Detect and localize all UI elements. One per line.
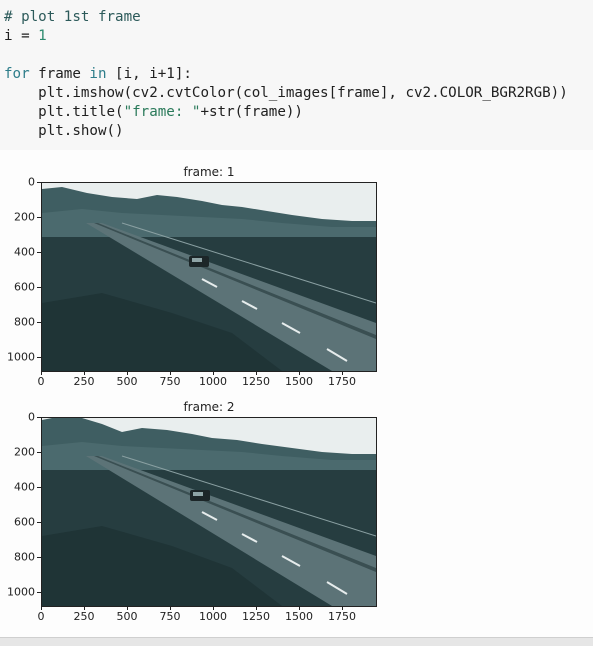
plot-1-title: frame: 1 <box>183 165 235 179</box>
code-line-7: plt.show() <box>4 122 124 141</box>
plot-1-xtick: 1750 <box>328 375 356 388</box>
number-literal: 1 <box>38 28 47 44</box>
plot-2-xtick: 1750 <box>328 610 356 623</box>
string-literal: "frame: " <box>123 104 201 120</box>
plot-1-ytick: 400 <box>14 245 35 259</box>
plot-2-xtick: 250 <box>73 610 95 623</box>
keyword-for: for <box>4 66 30 82</box>
plot-2-title: frame: 2 <box>183 400 235 414</box>
var-i: i <box>4 28 13 44</box>
plot-1-xtick: 1250 <box>242 375 270 388</box>
plot-2-image <box>42 418 376 606</box>
plot-1-xtick: 250 <box>73 375 95 388</box>
code-line-6: plt.title("frame: "+str(frame)) <box>4 103 303 122</box>
plot-2-xtick: 1000 <box>199 610 227 623</box>
plot-1-ytick: 800 <box>14 315 35 329</box>
imshow-call: plt.imshow(cv2.cvtColor(col_images[frame… <box>4 85 568 101</box>
plot-2-xtick: 500 <box>116 610 138 623</box>
plot-2-xtick: 1500 <box>285 610 313 623</box>
plot-1-xtick: 0 <box>37 375 45 388</box>
plot-2-axes <box>41 417 377 607</box>
show-call: plt.show() <box>4 123 124 139</box>
plot-1-xtick: 500 <box>116 375 138 388</box>
plot-1-ytick: 200 <box>14 210 35 224</box>
plot-2-ytick: 400 <box>14 480 35 494</box>
plot-1-axes <box>41 182 377 372</box>
code-cell[interactable]: # plot 1st frame i = 1 for frame in [i, … <box>0 0 593 151</box>
code-line-1: # plot 1st frame <box>4 8 141 27</box>
plot-1-xtick: 1000 <box>199 375 227 388</box>
code-line-5: plt.imshow(cv2.cvtColor(col_images[frame… <box>4 84 568 103</box>
keyword-in: in <box>89 66 107 82</box>
assign-op: = <box>12 28 39 44</box>
plot-1-ytick: 1000 <box>7 350 35 364</box>
plot-2-xtick: 0 <box>37 610 45 623</box>
plot-1-xtick: 750 <box>159 375 181 388</box>
loop-iter: [i, i+1]: <box>106 66 192 82</box>
plot-2-ytick: 200 <box>14 445 35 459</box>
plot-2-ytick: 0 <box>28 410 35 424</box>
plot-2-xtick: 1250 <box>242 610 270 623</box>
plot-1-ytick: 0 <box>28 175 35 189</box>
comment: # plot 1st frame <box>4 9 141 25</box>
plot-2-xtick: 750 <box>159 610 181 623</box>
cell-output: frame: 1 0 250 500 750 1000 1250 1500 17… <box>0 150 593 645</box>
plot-1-xtick: 1500 <box>285 375 313 388</box>
code-line-2: i = 1 <box>4 27 47 46</box>
loop-var: frame <box>29 66 90 82</box>
plot-2-ytick: 600 <box>14 515 35 529</box>
plot-1-ytick: 600 <box>14 280 35 294</box>
plot-1-image <box>42 183 376 371</box>
code-line-4: for frame in [i, i+1]: <box>4 65 192 84</box>
plot-2-ytick: 1000 <box>7 585 35 599</box>
title-call-start: plt.title( <box>4 104 124 120</box>
title-call-end: +str(frame)) <box>200 104 303 120</box>
plot-2-ytick: 800 <box>14 550 35 564</box>
